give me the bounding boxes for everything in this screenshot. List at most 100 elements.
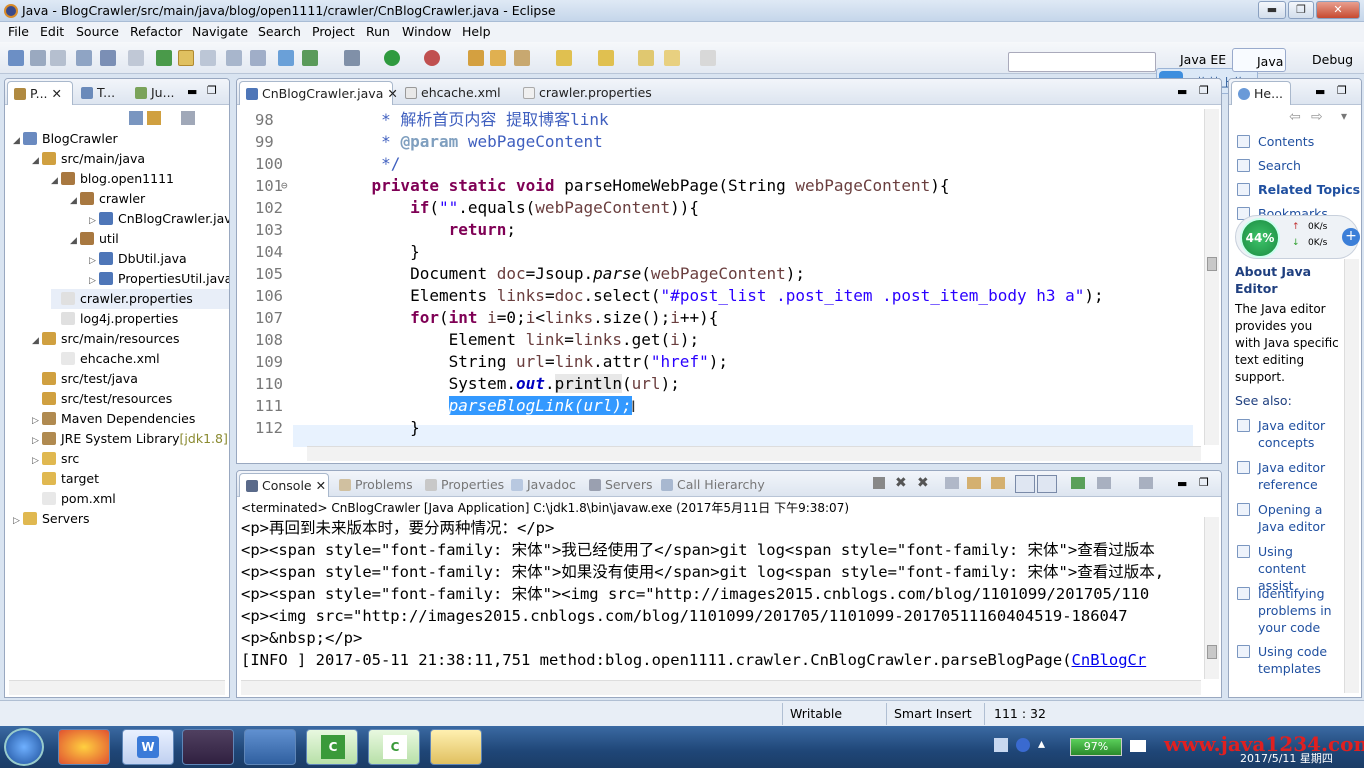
menu-navigate[interactable]: Navigate	[192, 24, 248, 39]
tree-item[interactable]: log4j.properties	[51, 309, 178, 329]
menu-window[interactable]: Window	[402, 24, 451, 39]
display-console-icon[interactable]	[1097, 477, 1111, 489]
tree-toggle-icon[interactable]: ▷	[32, 411, 42, 431]
help-maximize-icon[interactable]: ❐	[1337, 84, 1347, 97]
ime-toolbar[interactable]	[1008, 52, 1156, 72]
tree-item[interactable]: ▷ Maven Dependencies	[32, 409, 195, 429]
open-type-icon[interactable]	[490, 50, 506, 66]
help-link[interactable]: Java editor reference	[1237, 459, 1341, 493]
tree-item[interactable]: ▷ src	[32, 449, 79, 469]
menu-project[interactable]: Project	[312, 24, 355, 39]
tab-package-explorer[interactable]: P... ✕	[7, 81, 73, 105]
show-console-icon[interactable]	[1037, 475, 1057, 493]
console-minimize-icon[interactable]: ▬	[1177, 477, 1187, 490]
remove-launch-icon[interactable]: ✖	[895, 475, 907, 491]
external-tools-icon[interactable]	[424, 50, 440, 66]
plus-icon[interactable]: +	[1342, 228, 1360, 246]
close-icon[interactable]: ✕	[1316, 1, 1360, 19]
tree-toggle-icon[interactable]: ▷	[89, 211, 99, 231]
tree-item[interactable]: ◢ util	[70, 229, 119, 249]
console-icon[interactable]	[100, 50, 116, 66]
link-editor-icon[interactable]	[147, 111, 161, 125]
toggle-mark-icon[interactable]	[156, 50, 172, 66]
help-link[interactable]: Using code templates	[1237, 643, 1341, 677]
taskbar-camtasia-icon[interactable]: C	[306, 729, 358, 765]
editor-hscroll[interactable]	[307, 446, 1201, 461]
code-line[interactable]: 98 * 解析首页内容 提取博客link	[237, 109, 1205, 131]
code-line[interactable]: 110 System.out.println(url);	[237, 373, 1205, 395]
tab-console[interactable]: Console ✕	[239, 473, 329, 497]
editor-maximize-icon[interactable]: ❐	[1199, 84, 1209, 97]
net-speed-widget[interactable]: 44% ↑ 0K/s ↓ 0K/s +	[1235, 215, 1360, 259]
help-back-icon[interactable]: ⇦	[1289, 109, 1301, 125]
menu-refactor[interactable]: Refactor	[130, 24, 182, 39]
help-link[interactable]: Java editor concepts	[1237, 417, 1341, 451]
tree-item[interactable]: src/test/java	[32, 369, 138, 389]
run-icon[interactable]	[384, 50, 400, 66]
perspective-java[interactable]: Java	[1232, 48, 1286, 72]
tree-item[interactable]: ◢ crawler	[70, 189, 145, 209]
tree-item[interactable]: ehcache.xml	[51, 349, 160, 369]
maximize-icon[interactable]: ❐	[1288, 1, 1314, 19]
next-annotation-icon[interactable]	[556, 50, 572, 66]
forward-icon[interactable]	[700, 50, 716, 66]
tree-toggle-icon[interactable]: ◢	[70, 231, 80, 251]
pilcrow-icon[interactable]	[250, 50, 266, 66]
editor-vscroll[interactable]	[1204, 109, 1219, 445]
tree-item[interactable]: ▷ DbUtil.java	[89, 249, 187, 269]
tree-item[interactable]: ◢ BlogCrawler	[13, 129, 118, 149]
mark-occurrences-icon[interactable]	[178, 50, 194, 66]
tab-cnblogcrawler-java[interactable]: CnBlogCrawler.java ✕	[239, 81, 398, 105]
tab-call-hierarchy[interactable]: Call Hierarchy	[655, 473, 765, 497]
code-area[interactable]: 98 * 解析首页内容 提取博客link 99 * @param webPageC…	[237, 107, 1205, 447]
code-line[interactable]: 111 parseBlogLink(url);	[237, 395, 1205, 417]
maximize-view-icon[interactable]: ❐	[207, 84, 217, 97]
tab-properties[interactable]: Properties	[419, 473, 504, 497]
tree-item[interactable]: target	[32, 469, 99, 489]
tree-item[interactable]: ▷ JRE System Library[jdk1.8]	[32, 429, 228, 449]
start-button[interactable]	[4, 728, 44, 766]
tree-item[interactable]: ◢ src/main/java	[32, 149, 145, 169]
pin-console-icon[interactable]	[1015, 475, 1035, 493]
tree-toggle-icon[interactable]: ◢	[32, 151, 42, 171]
code-line[interactable]: 103 return;	[237, 219, 1205, 241]
code-line[interactable]: 109 String url=link.attr("href");	[237, 351, 1205, 373]
code-line[interactable]: 100 */	[237, 153, 1205, 175]
back-icon[interactable]	[664, 50, 680, 66]
search-tool-icon[interactable]	[514, 50, 530, 66]
perspective-debug[interactable]: Debug	[1292, 50, 1362, 70]
refresh-icon[interactable]	[302, 50, 318, 66]
tree-item[interactable]: ◢ src/main/resources	[32, 329, 179, 349]
new-java-project-icon[interactable]	[468, 50, 484, 66]
tab-javadoc[interactable]: Javadoc	[505, 473, 581, 497]
tree-toggle-icon[interactable]: ▷	[89, 271, 99, 291]
tree-toggle-icon[interactable]: ▷	[32, 431, 42, 451]
tree-item[interactable]: ▷ PropertiesUtil.java	[89, 269, 229, 291]
menu-file[interactable]: File	[8, 24, 29, 39]
console-vscroll[interactable]	[1204, 517, 1219, 679]
tab-help[interactable]: He...	[1231, 81, 1291, 105]
code-line[interactable]: 107 for(int i=0;i<links.size();i++){	[237, 307, 1205, 329]
skip-breakpoints-icon[interactable]	[128, 50, 144, 66]
code-line[interactable]: 106 Elements links=doc.select("#post_lis…	[237, 285, 1205, 307]
tab-ehcache-xml[interactable]: ehcache.xml	[399, 81, 507, 105]
code-line[interactable]: 102 if("".equals(webPageContent)){	[237, 197, 1205, 219]
tray-help-icon[interactable]	[1016, 738, 1030, 752]
console-vscroll-thumb[interactable]	[1207, 645, 1217, 659]
code-line[interactable]: 99 * @param webPageContent	[237, 131, 1205, 153]
taskbar-360-icon[interactable]	[58, 729, 110, 765]
help-link[interactable]: Opening a Java editor	[1237, 501, 1341, 535]
show-whitespace-icon[interactable]	[226, 50, 242, 66]
tray-expand-icon[interactable]: ▴	[1038, 736, 1045, 752]
help-contents[interactable]: Contents	[1237, 133, 1314, 150]
debug-server-icon[interactable]	[278, 50, 294, 66]
menu-help[interactable]: Help	[462, 24, 491, 39]
taskbar-dolphin-icon[interactable]	[244, 729, 296, 765]
view-menu-icon[interactable]	[181, 111, 195, 125]
new-icon[interactable]	[8, 50, 24, 66]
debug-icon[interactable]	[344, 50, 360, 66]
menu-search[interactable]: Search	[258, 24, 301, 39]
console-hscroll[interactable]	[241, 680, 1201, 695]
tree-toggle-icon[interactable]: ▷	[13, 511, 23, 531]
menu-source[interactable]: Source	[76, 24, 119, 39]
